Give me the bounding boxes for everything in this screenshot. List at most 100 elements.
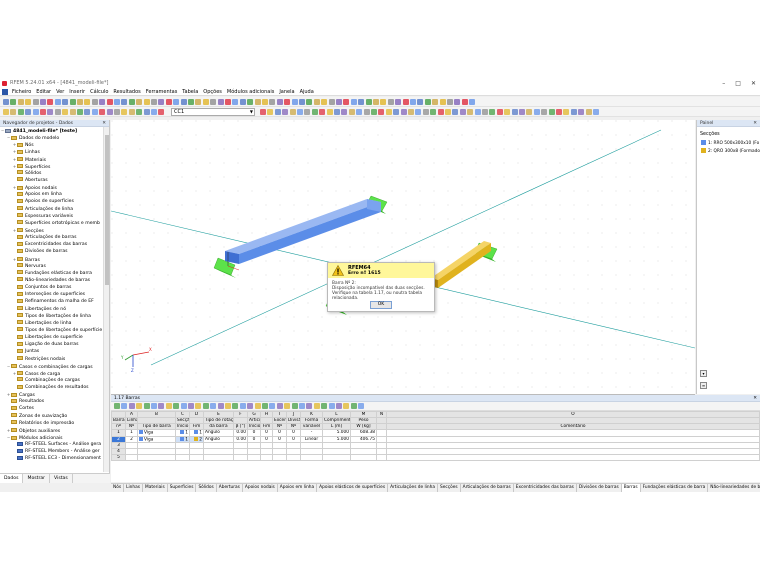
table-cell-type[interactable] [137, 454, 176, 461]
table-tab[interactable]: Excentricidades das barras [514, 484, 577, 492]
table-cell-w[interactable] [350, 454, 377, 461]
maximize-button[interactable]: □ [735, 79, 741, 88]
table-toolbar-button[interactable] [284, 403, 291, 409]
toolbar-button[interactable] [541, 109, 548, 115]
toolbar-button[interactable] [247, 99, 254, 105]
tree-item[interactable]: Libertações de linha [0, 320, 103, 327]
toolbar-button[interactable] [393, 109, 400, 115]
tree-item[interactable]: RF-STEEL EC3 - Dimensionament [0, 455, 103, 462]
toolbar-button[interactable] [402, 99, 409, 105]
toolbar-button[interactable] [343, 99, 350, 105]
table-tab[interactable]: Linhas [124, 484, 143, 492]
toolbar-button[interactable] [69, 99, 76, 105]
toolbar-button[interactable] [578, 109, 585, 115]
toolbar-button[interactable] [306, 99, 313, 105]
toolbar-button[interactable] [432, 99, 439, 105]
ok-button[interactable]: OK [370, 301, 392, 309]
table-tab[interactable]: Nós [111, 484, 125, 492]
table-toolbar-button[interactable] [299, 403, 305, 409]
toolbar-button[interactable] [363, 109, 370, 115]
toolbar-button[interactable] [585, 109, 592, 115]
toolbar-button[interactable] [430, 109, 437, 115]
table-cell-ex[interactable] [272, 454, 287, 461]
toolbar-button[interactable] [77, 99, 83, 105]
menu-resultados[interactable]: Resultados [113, 88, 140, 96]
table-toolbar-button[interactable] [336, 403, 342, 409]
toolbar-button[interactable] [114, 99, 120, 105]
toolbar-button[interactable] [47, 99, 54, 105]
toolbar-button[interactable] [84, 109, 91, 115]
toolbar-button[interactable] [32, 99, 39, 105]
toolbar-button[interactable] [378, 109, 385, 115]
close-icon[interactable]: ✕ [753, 120, 757, 127]
toolbar-button[interactable] [151, 109, 157, 115]
table-tab[interactable]: Apoios nodais [243, 484, 278, 492]
row-number[interactable]: 5 [111, 454, 126, 461]
table-toolbar-button[interactable] [128, 403, 135, 409]
toolbar-button[interactable] [106, 109, 113, 115]
tree-item[interactable]: Interseções de superfícies [0, 291, 103, 298]
toolbar-button[interactable] [319, 109, 326, 115]
toolbar-button[interactable] [496, 109, 503, 115]
toolbar-button[interactable] [348, 109, 355, 115]
toolbar-button[interactable] [291, 99, 298, 105]
table-tab[interactable]: Superfícies [168, 484, 197, 492]
toolbar-button[interactable] [106, 99, 113, 105]
toolbar-button[interactable] [40, 99, 46, 105]
toolbar-button[interactable] [489, 109, 496, 115]
toolbar-button[interactable] [225, 99, 231, 105]
toolbar-button[interactable] [128, 109, 135, 115]
toolbar-button[interactable] [289, 109, 296, 115]
tree-item[interactable]: Superfícies ortotrópicas e memb [0, 220, 103, 227]
table-toolbar-button[interactable] [202, 403, 209, 409]
toolbar-button[interactable] [422, 109, 429, 115]
toolbar-button[interactable] [469, 99, 476, 105]
tree-item[interactable]: Excentricidades das barras [0, 241, 103, 248]
table-tab[interactable]: Articulações de linha [388, 484, 439, 492]
toolbar-button[interactable] [173, 99, 180, 105]
toolbar-button[interactable] [274, 109, 281, 115]
table-toolbar-button[interactable] [254, 403, 261, 409]
toolbar-button[interactable] [459, 109, 466, 115]
toolbar-button[interactable] [482, 109, 488, 115]
tree-item[interactable]: Divisões de barras [0, 248, 103, 255]
table-cell-line[interactable] [125, 454, 138, 461]
table-cell-beta[interactable]: 0.00 [233, 435, 248, 443]
table-toolbar-button[interactable] [151, 403, 157, 409]
table-toolbar-button[interactable] [143, 403, 150, 409]
table-tab[interactable]: Aberturas [217, 484, 243, 492]
table-row[interactable]: 5 [111, 454, 760, 461]
toolbar-button[interactable] [526, 109, 533, 115]
tree-item[interactable]: Resultados [0, 398, 103, 405]
tree-item[interactable]: Apoios de superfícies [0, 198, 103, 205]
toolbar-button[interactable] [511, 109, 518, 115]
tree-item[interactable]: + Secções [0, 227, 103, 234]
tree-item[interactable]: − Dados do modelo [0, 134, 103, 141]
table-cell-var[interactable] [300, 454, 323, 461]
toolbar-button[interactable] [336, 99, 342, 105]
tree-item[interactable]: Zonas de suavização [0, 413, 103, 420]
table-toolbar-button[interactable] [262, 403, 268, 409]
table-toolbar-button[interactable] [343, 403, 350, 409]
toolbar-button[interactable] [32, 109, 39, 115]
model-viewport[interactable]: X Y Z RFEM64 Erro nº 1615 Barra Nº 2: Di… [111, 120, 695, 395]
tree-item[interactable]: RF-STEEL Surfaces - Análise gera [0, 441, 103, 448]
close-icon[interactable]: ✕ [102, 120, 106, 127]
close-icon[interactable]: ✕ [753, 395, 757, 402]
toolbar-button[interactable] [593, 109, 599, 115]
table-cell-s2[interactable] [189, 454, 204, 461]
table-cell-comment[interactable] [386, 454, 760, 461]
toolbar-button[interactable] [180, 99, 187, 105]
tree-item[interactable]: Restrições nodais [0, 356, 103, 363]
toolbar-button[interactable] [17, 109, 24, 115]
toolbar-button[interactable] [452, 109, 459, 115]
toolbar-button[interactable] [195, 99, 202, 105]
toolbar-button[interactable] [299, 99, 305, 105]
toolbar-button[interactable] [454, 99, 461, 105]
toolbar-button[interactable] [548, 109, 555, 115]
table-cell-comment[interactable] [376, 454, 387, 461]
table-toolbar-button[interactable] [358, 403, 365, 409]
menu-opcoes[interactable]: Opções [203, 88, 222, 96]
table-toolbar-button[interactable] [173, 403, 180, 409]
toolbar-button[interactable] [311, 109, 318, 115]
